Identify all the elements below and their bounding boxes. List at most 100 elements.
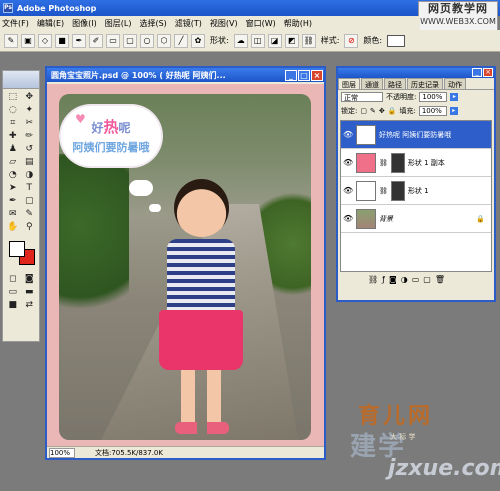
menu-filter[interactable]: 滤镜(T) bbox=[175, 18, 202, 29]
foreground-color[interactable] bbox=[9, 241, 25, 257]
minimize-button[interactable]: _ bbox=[285, 69, 297, 81]
eraser-tool-icon[interactable]: ▱ bbox=[5, 156, 21, 168]
shape-picker-icon[interactable]: ☁ bbox=[233, 33, 248, 48]
lock-position-icon[interactable]: ✥ bbox=[379, 107, 385, 115]
jump-to-imageready-icon[interactable]: ⇄ bbox=[22, 299, 38, 311]
menu-window[interactable]: 窗口(W) bbox=[246, 18, 276, 29]
brush-tool-icon[interactable]: ✏ bbox=[22, 130, 38, 142]
maximize-button[interactable]: □ bbox=[298, 69, 310, 81]
combine-mode-icon[interactable]: ◫ bbox=[250, 33, 265, 48]
custom-shape-icon[interactable]: ✿ bbox=[191, 33, 205, 48]
watermark-url: jzxue.com bbox=[388, 456, 500, 481]
magic-wand-icon[interactable]: ✦ bbox=[22, 104, 38, 116]
style-picker-icon[interactable]: ⊘ bbox=[344, 33, 359, 48]
rounded-rect-icon[interactable]: ▢ bbox=[123, 33, 137, 48]
zoom-field[interactable]: 100% bbox=[49, 447, 75, 458]
layer-row-background[interactable]: 👁 背景 🔒 bbox=[341, 205, 491, 233]
tool-grid: ⬚ ✥ ◌ ✦ ⌗ ✂ ✚ ✏ ♟ ↺ ▱ ▤ ◔ ◑ ➤ T ✒ ▢ ✉ ✎ … bbox=[3, 89, 39, 235]
marquee-tool-icon[interactable]: ⬚ bbox=[5, 91, 21, 103]
intersect-mode-icon[interactable]: ◩ bbox=[284, 33, 299, 48]
screen-mode-3-icon[interactable]: ■ bbox=[5, 299, 21, 311]
eye-icon[interactable]: 👁 bbox=[343, 130, 353, 139]
new-group-icon[interactable]: ▭ bbox=[412, 275, 420, 284]
standard-mode-icon[interactable]: ◻ bbox=[5, 273, 21, 285]
shape-layers-icon[interactable]: ▣ bbox=[21, 33, 35, 48]
hand-tool-icon[interactable]: ✋ bbox=[5, 221, 21, 233]
tool-preset-icon[interactable]: ✎ bbox=[4, 33, 18, 48]
layer-row-text[interactable]: 👁 T 好热呢 阿姨们要防暑哦 bbox=[341, 121, 491, 149]
link-icon[interactable]: ⛓ bbox=[301, 33, 316, 48]
opacity-input[interactable]: 100% bbox=[419, 92, 448, 102]
freeform-pen-icon[interactable]: ✐ bbox=[89, 33, 103, 48]
canvas[interactable]: ♥ 好热呢 阿姨们要防暑哦 bbox=[47, 84, 324, 446]
fill-input[interactable]: 100% bbox=[418, 106, 447, 116]
tab-channels[interactable]: 通道 bbox=[361, 78, 383, 89]
ellipse-icon[interactable]: ○ bbox=[140, 33, 154, 48]
layer-style-icon[interactable]: ƒ bbox=[382, 275, 385, 284]
menu-layer[interactable]: 图层(L) bbox=[105, 18, 132, 29]
speech-cloud: ♥ 好热呢 阿姨们要防暑哦 bbox=[61, 106, 161, 166]
pen-tool-icon[interactable]: ✒ bbox=[5, 195, 21, 207]
lock-image-icon[interactable]: ✎ bbox=[370, 107, 376, 115]
menu-select[interactable]: 选择(S) bbox=[139, 18, 166, 29]
line-icon[interactable]: ╱ bbox=[174, 33, 188, 48]
fill-arrow-icon[interactable]: ▸ bbox=[449, 107, 458, 115]
eye-icon[interactable]: 👁 bbox=[343, 186, 353, 195]
eye-icon[interactable]: 👁 bbox=[343, 158, 353, 167]
screen-mode-1-icon[interactable]: ▭ bbox=[5, 286, 21, 298]
panel-minimize-button[interactable]: _ bbox=[472, 68, 482, 77]
subtract-mode-icon[interactable]: ◪ bbox=[267, 33, 282, 48]
color-swatches bbox=[5, 239, 37, 267]
eye-icon[interactable]: 👁 bbox=[343, 214, 353, 223]
lock-transparent-icon[interactable]: ▢ bbox=[360, 107, 367, 115]
panel-close-button[interactable]: × bbox=[483, 68, 493, 77]
path-select-icon[interactable]: ➤ bbox=[5, 182, 21, 194]
type-tool-icon[interactable]: T bbox=[22, 182, 38, 194]
lock-all-icon[interactable]: 🔒 bbox=[388, 107, 397, 115]
move-tool-icon[interactable]: ✥ bbox=[22, 91, 38, 103]
delete-layer-icon[interactable]: 🗑 bbox=[435, 275, 445, 284]
lasso-tool-icon[interactable]: ◌ bbox=[5, 104, 21, 116]
tab-paths[interactable]: 路径 bbox=[384, 78, 406, 89]
eyedropper-icon[interactable]: ✎ bbox=[22, 208, 38, 220]
pen-icon[interactable]: ✒ bbox=[72, 33, 86, 48]
rectangle-icon[interactable]: ▭ bbox=[106, 33, 120, 48]
tab-history[interactable]: 历史记录 bbox=[407, 78, 443, 89]
add-mask-icon[interactable]: ◙ bbox=[389, 275, 397, 284]
chain-icon: ⛓ bbox=[379, 158, 388, 167]
shape-tool-icon[interactable]: ▢ bbox=[22, 195, 38, 207]
gradient-tool-icon[interactable]: ▤ bbox=[22, 156, 38, 168]
close-button[interactable]: × bbox=[311, 69, 323, 81]
polygon-icon[interactable]: ⬡ bbox=[157, 33, 171, 48]
history-brush-icon[interactable]: ↺ bbox=[22, 143, 38, 155]
layer-row-shape-copy[interactable]: 👁 ⛓ 形状 1 副本 bbox=[341, 149, 491, 177]
tab-actions[interactable]: 动作 bbox=[444, 78, 466, 89]
screen-mode-2-icon[interactable]: ▬ bbox=[22, 286, 38, 298]
new-layer-icon[interactable]: ▢ bbox=[423, 275, 431, 284]
crop-tool-icon[interactable]: ⌗ bbox=[5, 117, 21, 129]
dodge-tool-icon[interactable]: ◑ bbox=[22, 169, 38, 181]
menu-help[interactable]: 帮助(H) bbox=[284, 18, 312, 29]
opacity-arrow-icon[interactable]: ▸ bbox=[450, 93, 459, 101]
healing-brush-icon[interactable]: ✚ bbox=[5, 130, 21, 142]
link-layers-icon[interactable]: ⛓ bbox=[368, 275, 378, 284]
fill-pixels-icon[interactable]: ■ bbox=[55, 33, 69, 48]
tab-layers[interactable]: 图层 bbox=[338, 78, 360, 89]
notes-tool-icon[interactable]: ✉ bbox=[5, 208, 21, 220]
paths-icon[interactable]: ◇ bbox=[38, 33, 52, 48]
lock-label: 锁定: bbox=[341, 107, 358, 115]
adjustment-layer-icon[interactable]: ◑ bbox=[401, 275, 408, 284]
slice-tool-icon[interactable]: ✂ bbox=[22, 117, 38, 129]
menu-image[interactable]: 图像(I) bbox=[72, 18, 97, 29]
menu-view[interactable]: 视图(V) bbox=[210, 18, 238, 29]
menu-edit[interactable]: 编辑(E) bbox=[37, 18, 64, 29]
stamp-tool-icon[interactable]: ♟ bbox=[5, 143, 21, 155]
zoom-tool-icon[interactable]: ⚲ bbox=[22, 221, 38, 233]
quickmask-mode-icon[interactable]: ◙ bbox=[22, 273, 38, 285]
menu-file[interactable]: 文件(F) bbox=[2, 18, 29, 29]
color-label: 颜色: bbox=[363, 36, 383, 45]
blur-tool-icon[interactable]: ◔ bbox=[5, 169, 21, 181]
color-swatch[interactable] bbox=[387, 34, 406, 47]
blend-mode-select[interactable]: 正常 bbox=[341, 92, 383, 102]
layer-row-shape[interactable]: 👁 ⛓ 形状 1 bbox=[341, 177, 491, 205]
